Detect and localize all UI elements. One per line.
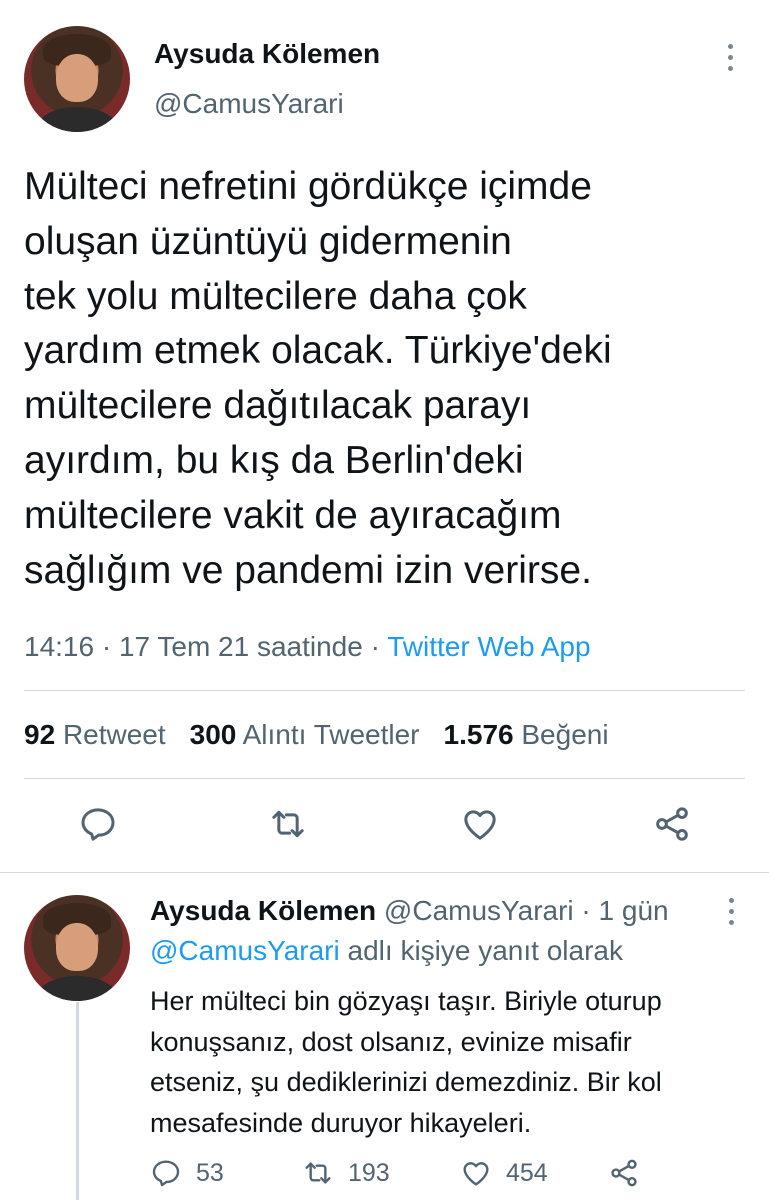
tweet-action-bar [24,800,745,856]
reply-count: 53 [196,1158,224,1187]
like-button[interactable]: 454 [460,1157,548,1189]
reply-mention-link[interactable]: @CamusYarari [150,935,340,966]
avatar[interactable] [24,26,130,132]
likes-stat[interactable]: 1.576 Beğeni [444,719,609,751]
retweets-stat[interactable]: 92 Retweet [24,719,166,751]
reply-icon [152,1160,180,1187]
quotes-label: Alıntı Tweetler [242,719,420,750]
like-count: 454 [506,1158,548,1187]
replying-to: @CamusYarari adlı kişiye yanıt olarak [150,935,623,967]
share-icon[interactable] [652,804,692,844]
divider [24,778,745,779]
more-vertical-icon[interactable] [721,898,741,925]
thread-line [76,1002,79,1200]
retweet-count: 193 [348,1158,390,1187]
quotes-count: 300 [189,719,237,750]
tweet-stats: 92 Retweet 300 Alıntı Tweetler 1.576 Beğ… [24,719,609,751]
like-icon [463,1162,489,1186]
like-icon[interactable] [460,804,500,844]
main-tweet: Aysuda Kölemen @CamusYarari Mülteci nefr… [0,0,769,872]
reply-icon[interactable] [78,804,118,844]
more-vertical-icon[interactable] [720,44,740,71]
reply-avatar[interactable] [24,895,130,1001]
reply-header: Aysuda Kölemen @CamusYarari · 1 gün [150,895,669,927]
divider [24,690,745,691]
reply-action-bar: 53 193 454 [150,1157,740,1197]
retweets-label: Retweet [62,719,166,750]
retweet-button[interactable]: 193 [302,1157,390,1189]
likes-count: 1.576 [443,719,514,750]
reply-button[interactable]: 53 [150,1157,224,1189]
share-icon [611,1159,637,1187]
tweet-metadata: 14:16 · 17 Tem 21 saatinde · Twitter Web… [24,631,591,663]
retweets-count: 92 [24,719,56,750]
tweet-text: Mülteci nefretini gördükçe içimde oluşan… [24,165,612,592]
retweet-icon [305,1162,331,1184]
reply-handle-time[interactable]: @CamusYarari · 1 gün [376,895,669,926]
reply-display-name[interactable]: Aysuda Kölemen [150,895,376,926]
author-handle[interactable]: @CamusYarari [154,88,344,120]
tweet-timestamp[interactable]: 14:16 · 17 Tem 21 saatinde · [24,631,387,662]
retweet-icon[interactable] [268,804,308,844]
tweet-source-link[interactable]: Twitter Web App [387,631,590,662]
replying-to-label: adlı kişiye yanıt olarak [339,935,623,966]
likes-label: Beğeni [521,719,609,750]
share-button[interactable] [608,1157,640,1189]
author-display-name[interactable]: Aysuda Kölemen [154,38,380,70]
quotes-stat[interactable]: 300 Alıntı Tweetler [190,719,420,751]
reply-text: Her mülteci bin gözyaşı taşır. Biriyle o… [150,986,662,1138]
